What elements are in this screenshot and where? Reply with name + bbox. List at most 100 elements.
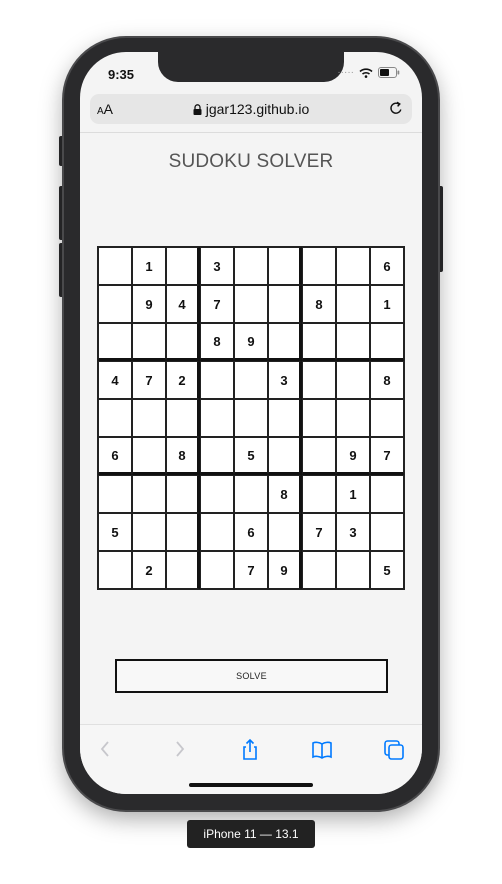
- sudoku-cell[interactable]: [200, 437, 234, 475]
- sudoku-cell[interactable]: [302, 323, 336, 361]
- sudoku-cell[interactable]: 5: [370, 551, 404, 589]
- sudoku-cell[interactable]: [302, 437, 336, 475]
- sudoku-cell[interactable]: [336, 285, 370, 323]
- reload-icon[interactable]: [388, 100, 404, 121]
- sudoku-cell[interactable]: [268, 247, 302, 285]
- phone-screen: 9:35 ····· AA jgar123.github.io SUDOKU S…: [80, 52, 422, 794]
- sudoku-cell[interactable]: [166, 475, 200, 513]
- sudoku-cell[interactable]: [370, 513, 404, 551]
- sudoku-cell[interactable]: 8: [370, 361, 404, 399]
- home-indicator: [189, 783, 313, 787]
- sudoku-cell[interactable]: [166, 399, 200, 437]
- bookmarks-icon[interactable]: [310, 738, 334, 767]
- wifi-icon: [359, 67, 373, 78]
- page-title: SUDOKU SOLVER: [168, 151, 334, 172]
- sudoku-cell[interactable]: [234, 475, 268, 513]
- sudoku-cell[interactable]: [200, 361, 234, 399]
- sudoku-cell[interactable]: [166, 323, 200, 361]
- sudoku-cell[interactable]: [268, 437, 302, 475]
- url-display[interactable]: jgar123.github.io: [90, 101, 412, 118]
- address-bar[interactable]: AA jgar123.github.io: [90, 94, 412, 124]
- sudoku-cell[interactable]: 9: [132, 285, 166, 323]
- sudoku-cell[interactable]: 3: [268, 361, 302, 399]
- sudoku-cell[interactable]: 7: [200, 285, 234, 323]
- sudoku-cell[interactable]: [98, 247, 132, 285]
- sudoku-grid: 136947818947238685978156732795: [97, 246, 405, 590]
- sudoku-cell[interactable]: [336, 361, 370, 399]
- sudoku-cell[interactable]: [336, 247, 370, 285]
- sudoku-cell[interactable]: 7: [234, 551, 268, 589]
- sudoku-cell[interactable]: [166, 551, 200, 589]
- battery-icon: [378, 67, 400, 78]
- sudoku-cell[interactable]: 9: [336, 437, 370, 475]
- sudoku-cell[interactable]: [336, 399, 370, 437]
- sudoku-cell[interactable]: [98, 551, 132, 589]
- sudoku-cell[interactable]: 8: [166, 437, 200, 475]
- sudoku-cell[interactable]: 6: [234, 513, 268, 551]
- sudoku-cell[interactable]: 7: [302, 513, 336, 551]
- sudoku-cell[interactable]: 9: [234, 323, 268, 361]
- sudoku-cell[interactable]: [234, 247, 268, 285]
- sudoku-cell[interactable]: 8: [200, 323, 234, 361]
- sudoku-cell[interactable]: [302, 475, 336, 513]
- sudoku-cell[interactable]: 4: [98, 361, 132, 399]
- sudoku-cell[interactable]: 6: [98, 437, 132, 475]
- sudoku-cell[interactable]: [370, 475, 404, 513]
- notch: [158, 52, 344, 82]
- share-icon[interactable]: [238, 738, 262, 767]
- signal-icon: ·····: [337, 67, 354, 78]
- sudoku-cell[interactable]: [370, 323, 404, 361]
- sudoku-cell[interactable]: [200, 475, 234, 513]
- sudoku-cell[interactable]: 2: [166, 361, 200, 399]
- sudoku-cell[interactable]: 5: [98, 513, 132, 551]
- sudoku-cell[interactable]: [336, 323, 370, 361]
- sudoku-cell[interactable]: [132, 513, 166, 551]
- sudoku-cell[interactable]: [370, 399, 404, 437]
- sudoku-cell[interactable]: 8: [302, 285, 336, 323]
- url-text: jgar123.github.io: [205, 101, 310, 117]
- solve-button[interactable]: SOLVE: [115, 659, 388, 693]
- sudoku-cell[interactable]: 1: [370, 285, 404, 323]
- sudoku-cell[interactable]: [98, 475, 132, 513]
- sudoku-cell[interactable]: [200, 513, 234, 551]
- sudoku-cell[interactable]: 1: [132, 247, 166, 285]
- sudoku-cell[interactable]: [268, 513, 302, 551]
- sudoku-cell[interactable]: [268, 285, 302, 323]
- sudoku-cell[interactable]: [132, 437, 166, 475]
- sudoku-cell[interactable]: 9: [268, 551, 302, 589]
- forward-icon[interactable]: [168, 738, 190, 765]
- sudoku-cell[interactable]: [200, 399, 234, 437]
- sudoku-cell[interactable]: [268, 399, 302, 437]
- sudoku-cell[interactable]: [132, 475, 166, 513]
- sudoku-cell[interactable]: [302, 361, 336, 399]
- sudoku-cell[interactable]: [98, 285, 132, 323]
- sudoku-cell[interactable]: 7: [132, 361, 166, 399]
- sudoku-cell[interactable]: [336, 551, 370, 589]
- sudoku-cell[interactable]: [268, 323, 302, 361]
- sudoku-cell[interactable]: [166, 247, 200, 285]
- sudoku-cell[interactable]: 6: [370, 247, 404, 285]
- sudoku-cell[interactable]: 7: [370, 437, 404, 475]
- sudoku-cell[interactable]: 2: [132, 551, 166, 589]
- sudoku-cell[interactable]: [132, 323, 166, 361]
- sudoku-cell[interactable]: [132, 399, 166, 437]
- sudoku-cell[interactable]: [234, 399, 268, 437]
- sudoku-cell[interactable]: 3: [200, 247, 234, 285]
- sudoku-cell[interactable]: [98, 323, 132, 361]
- sudoku-cell[interactable]: [234, 285, 268, 323]
- sudoku-cell[interactable]: [302, 399, 336, 437]
- tabs-icon[interactable]: [382, 738, 406, 767]
- sudoku-cell[interactable]: 1: [336, 475, 370, 513]
- sudoku-cell[interactable]: [98, 399, 132, 437]
- sudoku-cell[interactable]: 3: [336, 513, 370, 551]
- sudoku-cell[interactable]: 5: [234, 437, 268, 475]
- back-icon[interactable]: [95, 738, 117, 765]
- sudoku-cell[interactable]: [302, 551, 336, 589]
- sudoku-cell[interactable]: [234, 361, 268, 399]
- lock-icon: [193, 102, 202, 118]
- sudoku-cell[interactable]: 8: [268, 475, 302, 513]
- sudoku-cell[interactable]: 4: [166, 285, 200, 323]
- sudoku-cell[interactable]: [166, 513, 200, 551]
- sudoku-cell[interactable]: [302, 247, 336, 285]
- sudoku-cell[interactable]: [200, 551, 234, 589]
